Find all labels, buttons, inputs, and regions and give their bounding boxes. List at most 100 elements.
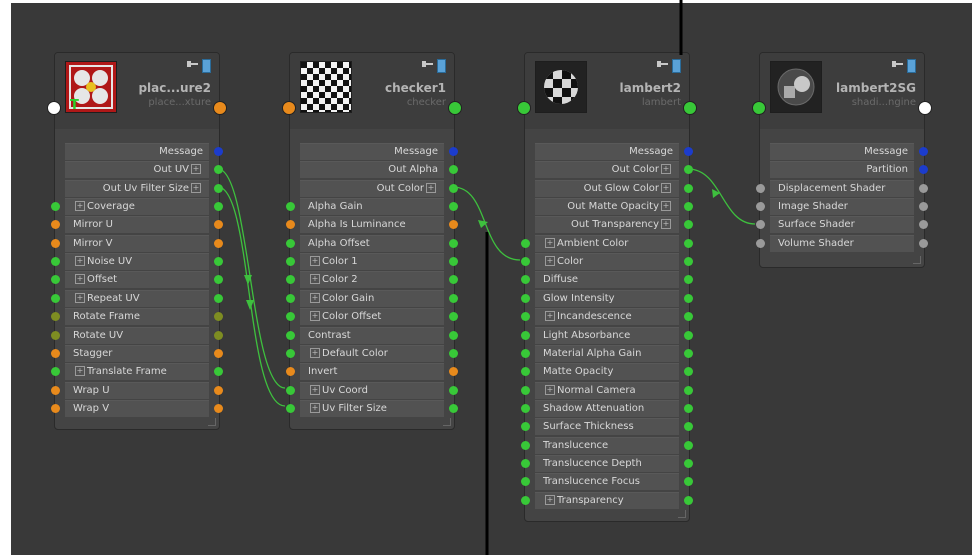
- input-plug[interactable]: [521, 477, 530, 487]
- input-plug[interactable]: [756, 220, 765, 230]
- input-plug[interactable]: [51, 385, 60, 395]
- attribute-row[interactable]: Light Absorbance: [521, 326, 693, 344]
- input-plug[interactable]: [521, 422, 530, 432]
- output-plug[interactable]: [214, 147, 223, 156]
- attribute-row[interactable]: Material Alpha Gain: [521, 344, 693, 362]
- input-plug[interactable]: [521, 458, 530, 468]
- input-plug[interactable]: [51, 330, 60, 340]
- output-plug[interactable]: [684, 147, 693, 156]
- output-plug[interactable]: [684, 458, 693, 468]
- expand-plus-icon[interactable]: +: [191, 182, 201, 193]
- document-icon[interactable]: [437, 59, 446, 73]
- attribute-row[interactable]: Volume Shader: [756, 234, 928, 252]
- expand-plus-icon[interactable]: +: [545, 384, 555, 395]
- expand-plus-icon[interactable]: +: [310, 402, 320, 413]
- pin-icon[interactable]: [187, 61, 198, 69]
- attribute-row[interactable]: + Color: [521, 253, 693, 271]
- attribute-row[interactable]: + Uv Filter Size: [286, 399, 458, 417]
- input-plug[interactable]: [51, 202, 60, 212]
- attribute-row[interactable]: Wrap U: [51, 381, 223, 399]
- node-output-port[interactable]: [448, 101, 462, 115]
- input-plug[interactable]: [286, 330, 295, 340]
- output-plug[interactable]: [684, 293, 693, 303]
- output-plug[interactable]: [684, 202, 693, 212]
- attribute-row[interactable]: Translucence Focus: [521, 473, 693, 491]
- input-plug[interactable]: [286, 202, 295, 212]
- attribute-row[interactable]: Alpha Is Luminance: [286, 216, 458, 234]
- attribute-row[interactable]: + Noise UV: [51, 253, 223, 271]
- attribute-row[interactable]: Matte Opacity: [521, 363, 693, 381]
- output-plug[interactable]: [684, 495, 693, 505]
- expand-plus-icon[interactable]: +: [661, 164, 671, 175]
- output-plug[interactable]: [449, 293, 458, 303]
- input-plug[interactable]: [51, 312, 60, 322]
- input-plug[interactable]: [286, 367, 295, 377]
- attribute-row[interactable]: + Color Gain: [286, 289, 458, 307]
- document-icon[interactable]: [907, 59, 916, 73]
- attribute-row[interactable]: Out Color +: [290, 179, 458, 197]
- attribute-row[interactable]: Surface Thickness: [521, 418, 693, 436]
- expand-plus-icon[interactable]: +: [545, 237, 555, 248]
- expand-plus-icon[interactable]: +: [426, 182, 436, 193]
- input-plug[interactable]: [521, 275, 530, 285]
- input-plug[interactable]: [51, 403, 60, 413]
- attribute-row[interactable]: Out Alpha: [290, 161, 458, 179]
- output-plug[interactable]: [214, 403, 223, 413]
- attribute-row[interactable]: Contrast: [286, 326, 458, 344]
- attribute-row[interactable]: Partition: [760, 161, 928, 179]
- output-plug[interactable]: [214, 293, 223, 303]
- input-plug[interactable]: [756, 183, 765, 193]
- attribute-row[interactable]: Out Color +: [525, 161, 693, 179]
- attribute-row[interactable]: Alpha Offset: [286, 234, 458, 252]
- input-plug[interactable]: [756, 202, 765, 212]
- input-plug[interactable]: [286, 348, 295, 358]
- resize-handle[interactable]: [678, 510, 686, 518]
- expand-plus-icon[interactable]: +: [75, 274, 85, 285]
- node-output-port[interactable]: [918, 101, 932, 115]
- expand-plus-icon[interactable]: +: [75, 201, 85, 212]
- output-plug[interactable]: [684, 183, 693, 193]
- pin-icon[interactable]: [892, 61, 903, 69]
- expand-plus-icon[interactable]: +: [661, 219, 671, 230]
- attribute-row[interactable]: Surface Shader: [756, 216, 928, 234]
- input-plug[interactable]: [51, 257, 60, 267]
- attribute-row[interactable]: Rotate Frame: [51, 308, 223, 326]
- attribute-row[interactable]: Alpha Gain: [286, 198, 458, 216]
- node-shading-engine[interactable]: lambert2SG shadi...ngine Message Partitio…: [752, 52, 932, 268]
- input-plug[interactable]: [521, 495, 530, 505]
- input-plug[interactable]: [521, 403, 530, 413]
- attribute-row[interactable]: + Color 2: [286, 271, 458, 289]
- input-plug[interactable]: [51, 238, 60, 248]
- input-plug[interactable]: [286, 385, 295, 395]
- output-plug[interactable]: [919, 238, 928, 248]
- input-plug[interactable]: [521, 348, 530, 358]
- input-plug[interactable]: [521, 330, 530, 340]
- expand-plus-icon[interactable]: +: [191, 164, 201, 175]
- attribute-row[interactable]: Out Glow Color +: [525, 179, 693, 197]
- node-place2dtexture[interactable]: T plac...ure2 place...xture Message Out U…: [47, 52, 227, 430]
- input-plug[interactable]: [51, 293, 60, 303]
- output-plug[interactable]: [684, 440, 693, 450]
- input-plug[interactable]: [286, 275, 295, 285]
- node-input-port[interactable]: [517, 101, 531, 115]
- output-plug[interactable]: [449, 202, 458, 212]
- attribute-row[interactable]: + Coverage: [51, 198, 223, 216]
- expand-plus-icon[interactable]: +: [661, 182, 671, 193]
- output-plug[interactable]: [919, 183, 928, 193]
- resize-handle[interactable]: [443, 418, 451, 426]
- expand-plus-icon[interactable]: +: [310, 292, 320, 303]
- node-output-port[interactable]: [213, 101, 227, 115]
- output-plug[interactable]: [684, 348, 693, 358]
- resize-handle[interactable]: [913, 256, 921, 264]
- attribute-row[interactable]: Wrap V: [51, 399, 223, 417]
- attribute-row[interactable]: Message: [55, 143, 223, 160]
- input-plug[interactable]: [521, 367, 530, 377]
- pin-icon[interactable]: [657, 61, 668, 69]
- output-plug[interactable]: [449, 330, 458, 340]
- attribute-row[interactable]: + Repeat UV: [51, 289, 223, 307]
- node-checker[interactable]: checker1 checker Message Out Alpha Out Col…: [282, 52, 462, 430]
- output-plug[interactable]: [214, 385, 223, 395]
- output-plug[interactable]: [449, 348, 458, 358]
- expand-plus-icon[interactable]: +: [310, 347, 320, 358]
- output-plug[interactable]: [919, 202, 928, 212]
